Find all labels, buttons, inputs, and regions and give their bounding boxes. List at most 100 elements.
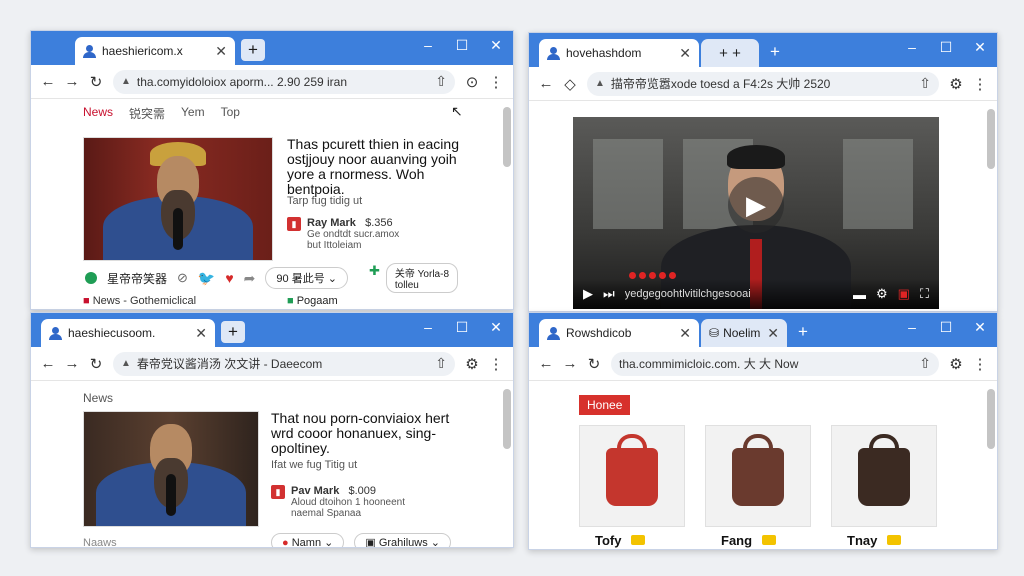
video-player[interactable]: ▶ ▶ ⏭ yedgegoohtlvitilchgesooai ▬ ⚙ ▣ ⛶ xyxy=(573,117,939,309)
back-arrow-icon[interactable]: ← xyxy=(37,71,59,93)
browser-tab[interactable]: haeshiecusoom. ✕ xyxy=(41,319,215,347)
maximize-icon[interactable]: ☐ xyxy=(455,37,469,54)
forward-arrow-icon[interactable]: → xyxy=(61,353,83,375)
back-arrow-icon[interactable]: ← xyxy=(37,353,59,375)
twitter-icon[interactable]: 🐦 xyxy=(198,270,215,287)
menu-dots-icon[interactable]: ⋮ xyxy=(969,353,991,375)
nav-item-4[interactable]: Top xyxy=(221,105,240,122)
close-window-icon[interactable]: ✕ xyxy=(489,319,503,336)
profile-icon[interactable]: ⊙ xyxy=(461,71,483,93)
lock-icon: ▲ xyxy=(595,78,605,89)
product-card[interactable] xyxy=(705,425,811,527)
product-label[interactable]: Tofy xyxy=(595,533,646,548)
scrollbar[interactable] xyxy=(987,109,995,169)
footer-link[interactable]: ■ Pogaam xyxy=(287,295,338,307)
bookmark-icon[interactable]: ⇧ xyxy=(435,73,447,90)
heart-icon[interactable]: ♥ xyxy=(225,270,233,286)
extensions-icon[interactable]: ⚙ xyxy=(461,353,483,375)
close-tab-icon[interactable]: ✕ xyxy=(679,45,691,62)
related-pill[interactable]: ▣ Grahiluws ⌄ xyxy=(354,533,451,547)
maximize-icon[interactable]: ☐ xyxy=(939,39,953,56)
minimize-icon[interactable]: – xyxy=(421,37,435,54)
browser-tab[interactable]: Rowshdicob ✕ xyxy=(539,319,699,347)
new-tab-button[interactable]: + xyxy=(241,39,265,61)
reload-icon[interactable]: ↻ xyxy=(85,71,107,93)
browser-tab-2[interactable]: ⛁ Noelim ✕ xyxy=(701,319,787,347)
browser-tab-2[interactable]: + + xyxy=(701,39,759,67)
next-icon[interactable]: ⏭ xyxy=(603,286,615,302)
bookmark-icon[interactable]: ⇧ xyxy=(919,75,931,92)
forward-arrow-icon[interactable]: → xyxy=(61,71,83,93)
article-actions: ● Namn ⌄ ▣ Grahiluws ⌄ xyxy=(271,533,451,547)
address-bar[interactable]: ▲ 描帝帝览嚣xode toesd a F4:2s 大帅 2520 ⇧ xyxy=(587,71,939,96)
address-bar[interactable]: ▲ 春帝党议酱消汤 次文讲 - Daeecom ⇧ xyxy=(113,351,455,376)
nav-item-2[interactable]: 锐突需 xyxy=(129,105,165,122)
nav-item-3[interactable]: Yem xyxy=(181,105,205,122)
close-tab-icon[interactable]: ✕ xyxy=(767,325,779,342)
play-overlay-icon[interactable]: ▶ xyxy=(728,177,784,233)
forward-arrow-icon[interactable]: → xyxy=(559,353,581,375)
promo-block[interactable]: ✚ 关帝 Yorla-8 tolleu xyxy=(369,263,459,293)
close-tab-icon[interactable]: ✕ xyxy=(679,325,691,342)
category-badge[interactable]: Honee xyxy=(579,395,631,415)
article-thumbnail[interactable] xyxy=(83,411,259,527)
article-headline[interactable]: That nou porn-conviaiox hert wrd cooor h… xyxy=(271,411,471,456)
settings-icon[interactable]: ⚙ xyxy=(876,286,888,302)
product-label[interactable]: Fang xyxy=(721,533,777,548)
minimize-icon[interactable]: – xyxy=(905,39,919,56)
menu-dots-icon[interactable]: ⋮ xyxy=(485,353,507,375)
close-window-icon[interactable]: ✕ xyxy=(973,39,987,56)
author-name[interactable]: Ray Mark xyxy=(307,217,356,229)
back-arrow-icon[interactable]: ← xyxy=(535,73,557,95)
source-label[interactable]: 星帝帝笑器 xyxy=(107,270,167,287)
maximize-icon[interactable]: ☐ xyxy=(939,319,953,336)
close-window-icon[interactable]: ✕ xyxy=(973,319,987,336)
share-icon[interactable]: ➦ xyxy=(244,270,256,287)
scrollbar[interactable] xyxy=(987,389,995,449)
article-headline[interactable]: Thas pcurett thien in eacing ostjjouy no… xyxy=(287,137,477,197)
product-name: Tnay xyxy=(847,533,878,548)
tag-pill[interactable]: ● Namn ⌄ xyxy=(271,533,345,547)
comments-pill[interactable]: 90 暑此号 ⌄ xyxy=(265,267,348,289)
scrollbar[interactable] xyxy=(503,107,511,167)
captions-icon[interactable]: ▬ xyxy=(853,287,866,302)
new-tab-button[interactable]: + xyxy=(791,321,815,343)
new-tab-button[interactable]: + xyxy=(221,321,245,343)
reload-icon[interactable]: ↻ xyxy=(583,353,605,375)
home-icon[interactable]: ◇ xyxy=(559,73,581,95)
minimize-icon[interactable]: – xyxy=(905,319,919,336)
author-name[interactable]: Pav Mark xyxy=(291,485,339,497)
play-icon[interactable]: ▶ xyxy=(583,286,593,302)
back-arrow-icon[interactable]: ← xyxy=(535,353,557,375)
browser-tab[interactable]: haeshiericom.x ✕ xyxy=(75,37,235,65)
close-window-icon[interactable]: ✕ xyxy=(489,37,503,54)
nav-item-news[interactable]: News xyxy=(83,105,113,122)
browser-tab[interactable]: hovehashdom ✕ xyxy=(539,39,699,67)
menu-dots-icon[interactable]: ⋮ xyxy=(969,73,991,95)
extensions-icon[interactable]: ⚙ xyxy=(945,353,967,375)
product-card[interactable] xyxy=(579,425,685,527)
miniplayer-icon[interactable]: ▣ xyxy=(898,286,910,302)
menu-dots-icon[interactable]: ⋮ xyxy=(485,71,507,93)
minimize-icon[interactable]: – xyxy=(421,319,435,336)
address-bar[interactable]: ▲ tha.comyidoloiox aporm... 2.90 259 ira… xyxy=(113,69,455,94)
reload-icon[interactable]: ↻ xyxy=(85,353,107,375)
close-tab-icon[interactable]: ✕ xyxy=(215,43,227,60)
nav-item-news[interactable]: News xyxy=(83,391,113,405)
new-tab-button[interactable]: + xyxy=(763,41,787,63)
product-label[interactable]: Tnay xyxy=(847,533,902,548)
article-thumbnail[interactable] xyxy=(83,137,273,261)
fullscreen-icon[interactable]: ⛶ xyxy=(920,286,929,302)
bookmark-icon[interactable]: ⇧ xyxy=(919,355,931,372)
product-card[interactable] xyxy=(831,425,937,527)
extensions-icon[interactable]: ⚙ xyxy=(945,73,967,95)
maximize-icon[interactable]: ☐ xyxy=(455,319,469,336)
window-controls: – ☐ ✕ xyxy=(421,37,503,54)
url-text: 春帝党议酱消汤 次文讲 - Daeecom xyxy=(136,357,323,371)
promo-label: 关帝 Yorla-8 tolleu xyxy=(385,263,459,293)
address-bar[interactable]: tha.commimicloic.com. 大 大 Now ⇧ xyxy=(611,351,939,376)
scrollbar[interactable] xyxy=(503,389,511,449)
close-tab-icon[interactable]: ✕ xyxy=(195,325,207,342)
bookmark-icon[interactable]: ⇧ xyxy=(435,355,447,372)
author-price: $.356 xyxy=(365,217,393,229)
